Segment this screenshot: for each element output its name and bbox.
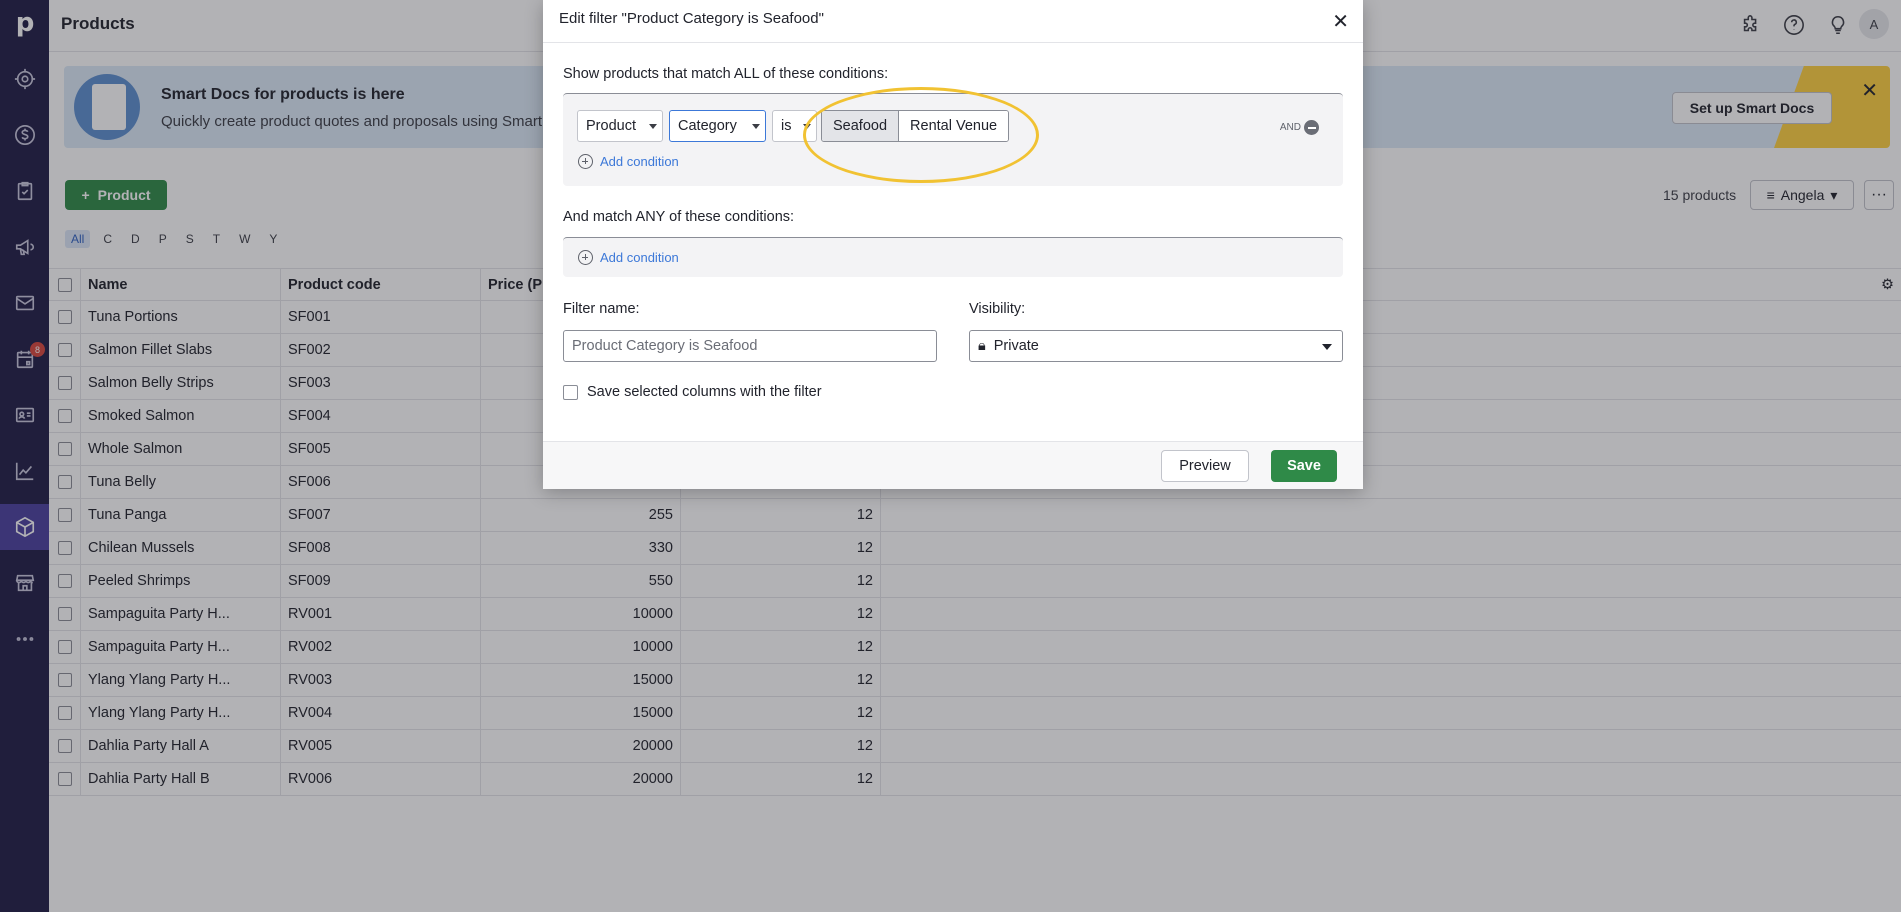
chevron-down-icon bbox=[649, 124, 657, 129]
visibility-select[interactable]: 🔒︎ Private bbox=[969, 330, 1343, 362]
save-button[interactable]: Save bbox=[1271, 450, 1337, 482]
field-select[interactable]: Category bbox=[669, 110, 766, 142]
chevron-down-icon bbox=[1322, 344, 1332, 350]
add-condition-label: Add condition bbox=[600, 154, 679, 169]
modal-footer: Preview Save bbox=[543, 441, 1363, 489]
edit-filter-modal: Edit filter "Product Category is Seafood… bbox=[543, 0, 1363, 489]
chevron-down-icon bbox=[752, 124, 760, 129]
category-toggle: Seafood Rental Venue bbox=[821, 110, 1010, 142]
entity-value: Product bbox=[586, 118, 636, 134]
field-value: Category bbox=[678, 118, 737, 134]
filter-name-label: Filter name: bbox=[563, 301, 640, 317]
modal-header: Edit filter "Product Category is Seafood… bbox=[543, 0, 1363, 43]
visibility-value: Private bbox=[993, 338, 1039, 354]
modal-title: Edit filter "Product Category is Seafood… bbox=[559, 10, 824, 27]
lock-icon: 🔒︎ bbox=[978, 338, 986, 354]
entity-select[interactable]: Product bbox=[577, 110, 663, 142]
chevron-down-icon bbox=[803, 124, 811, 129]
and-label: AND bbox=[1279, 122, 1301, 133]
add-condition-label: Add condition bbox=[600, 250, 679, 265]
operator-value: is bbox=[781, 118, 792, 134]
close-icon[interactable]: ✕ bbox=[1332, 9, 1349, 34]
filter-name-input[interactable]: Product Category is Seafood bbox=[563, 330, 937, 362]
save-columns-checkbox[interactable] bbox=[563, 385, 578, 400]
option-rental-venue[interactable]: Rental Venue bbox=[899, 111, 1009, 141]
all-conditions-box: Product Category is Seafood Rental Venue… bbox=[563, 93, 1343, 186]
plus-circle-icon bbox=[578, 154, 593, 169]
preview-button[interactable]: Preview bbox=[1161, 450, 1249, 482]
add-condition-all[interactable]: Add condition bbox=[578, 154, 679, 169]
save-columns-label: Save selected columns with the filter bbox=[587, 384, 822, 400]
all-conditions-label: Show products that match ALL of these co… bbox=[563, 66, 889, 82]
any-conditions-box: Add condition bbox=[563, 237, 1343, 277]
remove-condition-icon[interactable] bbox=[1304, 120, 1319, 135]
option-seafood[interactable]: Seafood bbox=[822, 111, 900, 141]
any-conditions-label: And match ANY of these conditions: bbox=[563, 209, 795, 225]
plus-circle-icon bbox=[578, 250, 593, 265]
visibility-label: Visibility: bbox=[969, 301, 1026, 317]
add-condition-any[interactable]: Add condition bbox=[578, 250, 679, 265]
operator-select[interactable]: is bbox=[772, 110, 817, 142]
